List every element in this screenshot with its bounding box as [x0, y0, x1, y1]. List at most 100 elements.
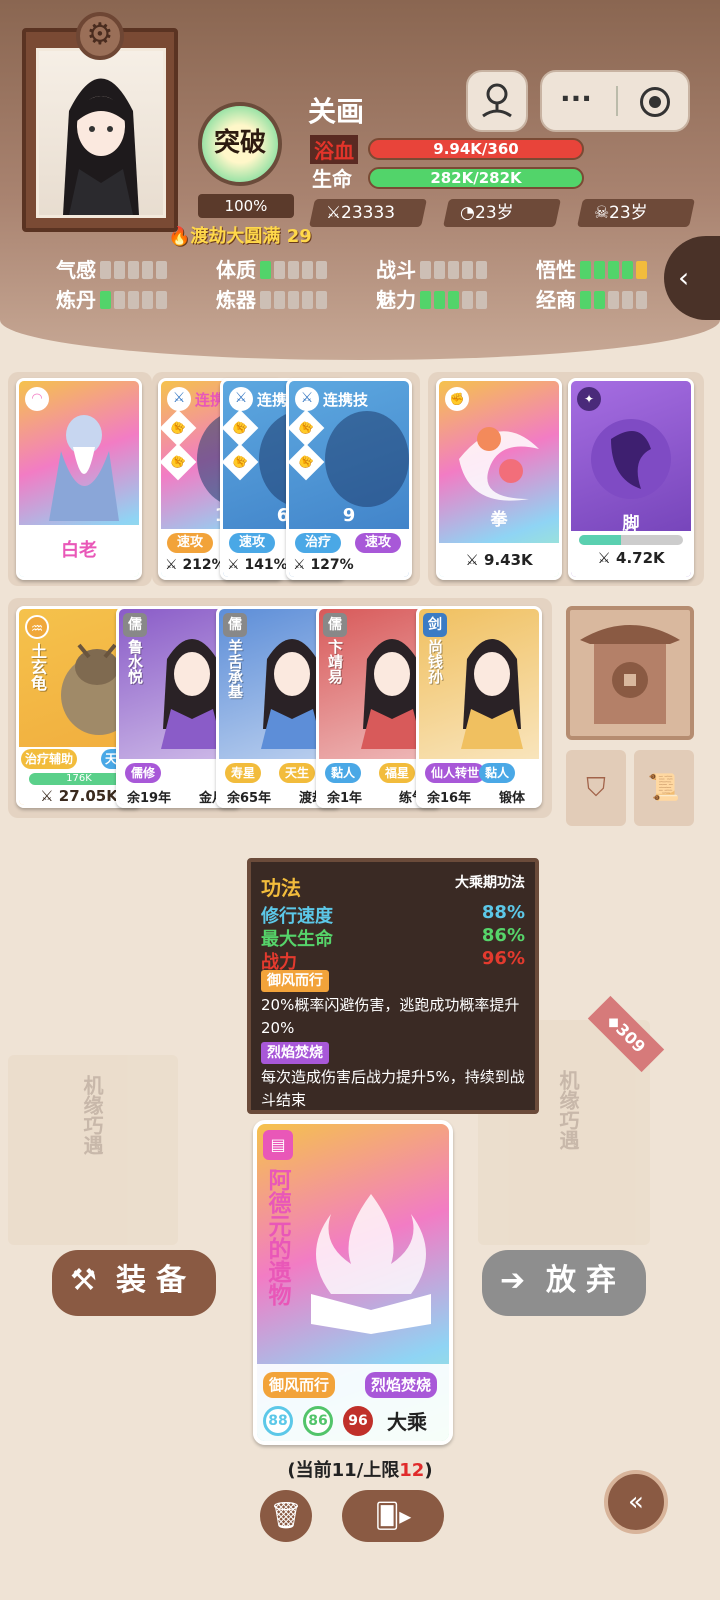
lifespan-value: 23岁 — [609, 203, 648, 223]
attribute-label: 炼丹 — [56, 288, 96, 312]
character-tag: 黏人 — [325, 763, 362, 783]
pet-hp-bar: 176K — [29, 773, 129, 785]
trash-icon[interactable]: 🗑 — [260, 1490, 312, 1542]
more-dots-icon[interactable]: ··· — [560, 82, 592, 115]
combo-link-icon: ✊ — [161, 409, 197, 447]
attribute-grid: 气感 体质 战斗 悟性 炼丹 炼器 魅力 经商 — [56, 254, 676, 314]
fist-swirl — [459, 427, 539, 501]
skill-desc: 每次造成伤害后战力提升5%，持续到战斗结束 — [261, 1068, 525, 1109]
technique-name: 阿德元的遗物 — [264, 1168, 290, 1306]
character-portrait[interactable] — [36, 48, 166, 218]
card-progress-bar — [579, 535, 683, 545]
breakthrough-button[interactable]: 突破 — [198, 102, 282, 186]
scroll-icon[interactable]: 📜 — [634, 750, 694, 826]
shrine-button[interactable] — [566, 606, 694, 740]
card-bailao[interactable]: ◠ 白老 — [16, 378, 142, 580]
combo-tag: 治疗 — [295, 533, 342, 553]
blood-bar: 9.94K/360 — [368, 138, 584, 160]
card-combo-2[interactable]: ⚔ 连携技 ✊ ✊ 9 治疗 速攻 ⚔ 127% — [286, 378, 412, 580]
breakthrough-progress: 100% — [198, 194, 294, 218]
attribute-level-bar — [100, 260, 170, 284]
card-name: 拳 — [490, 510, 508, 530]
technique-card[interactable]: ▤ 阿德元的遗物 御风而行 烈焰焚烧 88 86 96 大乘 — [253, 1120, 453, 1445]
technique-skill-tag: 御风而行 — [263, 1372, 336, 1398]
attribute-7: 经商 — [536, 284, 650, 314]
flame-icon: 🔥 — [168, 226, 191, 247]
attribute-label: 战斗 — [376, 258, 416, 282]
stat-value: 96% — [481, 948, 525, 969]
stat-life: 86 — [303, 1406, 333, 1436]
shrine-icon — [580, 625, 680, 724]
fist-icon: ✊ — [445, 387, 469, 411]
card-fist[interactable]: ✊ 拳 ⚔ 9.43K — [436, 378, 562, 580]
technique-book-icon: ▤ — [263, 1130, 293, 1160]
character-class-badge: 剑 — [423, 613, 447, 637]
stat-label: 最大生命 — [261, 929, 333, 950]
combo-power: ⚔ 212% — [165, 557, 226, 573]
combo-art — [325, 411, 409, 507]
attribute-level-bar — [260, 290, 330, 314]
attribute-1: 体质 — [216, 254, 330, 284]
attribute-label: 体质 — [216, 258, 256, 282]
life-bar: 282K/282K — [368, 167, 584, 189]
attribute-label: 经商 — [536, 288, 576, 312]
foot-swirl — [591, 419, 671, 499]
character-tag: 黏人 — [479, 763, 516, 783]
technique-rank: 大乘 — [387, 1410, 427, 1434]
character-class-badge: 儒 — [123, 613, 147, 637]
equip-button[interactable]: ⚒ 装备 — [52, 1250, 216, 1316]
technique-tooltip: 功法 大乘期功法 修行速度 88% 最大生命 86% 战力 96% 御风而行 20%概率闪… — [247, 858, 539, 1114]
card-character-3[interactable]: 剑尚钱孙 仙人转世 黏人 余16年 锻体 — [416, 606, 542, 808]
character-name: 尚钱孙 — [426, 639, 444, 684]
technique-skill-tag: 烈焰焚烧 — [365, 1372, 438, 1398]
combo-icon: ⚔ — [167, 387, 191, 411]
pet-tag: 治疗辅助 — [21, 749, 78, 769]
character-tag: 儒修 — [125, 763, 162, 783]
combo-tag: 速攻 — [355, 533, 402, 553]
character-name: 关画 — [308, 95, 365, 128]
character-tag: 寿星 — [225, 763, 262, 783]
collapse-double-chevron-icon[interactable]: « — [604, 1470, 668, 1534]
map-pin-button[interactable] — [466, 70, 528, 132]
card-power: ⚔ 4.72K — [597, 549, 665, 567]
card-foot[interactable]: ✦ 脚 ⚔ 4.72K — [568, 378, 694, 580]
combo-power: ⚔ 127% — [293, 557, 354, 573]
character-name: 羊舌承基 — [226, 639, 244, 699]
background-card-left: 机缘巧遇 — [8, 1055, 178, 1245]
attribute-0: 气感 — [56, 254, 170, 284]
character-name: 鲁水悦 — [126, 639, 144, 684]
attribute-level-bar — [580, 260, 650, 284]
arrow-right-icon: ➔ — [500, 1263, 526, 1298]
stat-power: 96 — [343, 1406, 373, 1436]
age-pill: ◔ 23岁 — [443, 199, 561, 227]
attribute-level-bar — [100, 290, 170, 314]
close-circle-icon[interactable] — [640, 87, 670, 117]
attribute-label: 魅力 — [376, 288, 416, 312]
lifespan-pill: ☠ 23岁 — [577, 199, 695, 227]
equipment-chest-icon[interactable]: ⛉ — [566, 750, 626, 826]
skill-tag: 烈焰焚烧 — [261, 1042, 329, 1064]
combo-title: 连携 — [257, 391, 288, 409]
discard-button[interactable]: ➔ 放弃 — [482, 1250, 646, 1316]
pet-name: 土玄龟 — [28, 643, 47, 691]
attribute-6: 魅力 — [376, 284, 490, 314]
power-pill: ⚔ 23333 — [309, 199, 427, 227]
stat-value: 86% — [481, 925, 525, 946]
skill-tag: 御风而行 — [261, 970, 329, 992]
character-stage: 锻体 — [499, 791, 526, 806]
combo-link-icon: ✊ — [223, 443, 259, 481]
attribute-level-bar — [420, 290, 490, 314]
blood-label: 浴血 — [310, 135, 358, 164]
skull-icon: ☠ — [594, 203, 610, 223]
anvil-icon: ⚒ — [70, 1263, 97, 1298]
card-sort-icon[interactable]: 🂠▸ — [342, 1490, 444, 1542]
settings-gear-icon[interactable]: ⚙ — [76, 12, 124, 60]
combo-icon: ⚔ — [229, 387, 253, 411]
combo-title: 连携技 — [323, 391, 369, 409]
attribute-level-bar — [580, 290, 650, 314]
character-portrait — [461, 639, 523, 749]
combo-icon: ⚔ — [295, 387, 319, 411]
power-value: 23333 — [341, 203, 396, 223]
attribute-3: 悟性 — [536, 254, 650, 284]
combo-power: ⚔ 141% — [227, 557, 288, 573]
